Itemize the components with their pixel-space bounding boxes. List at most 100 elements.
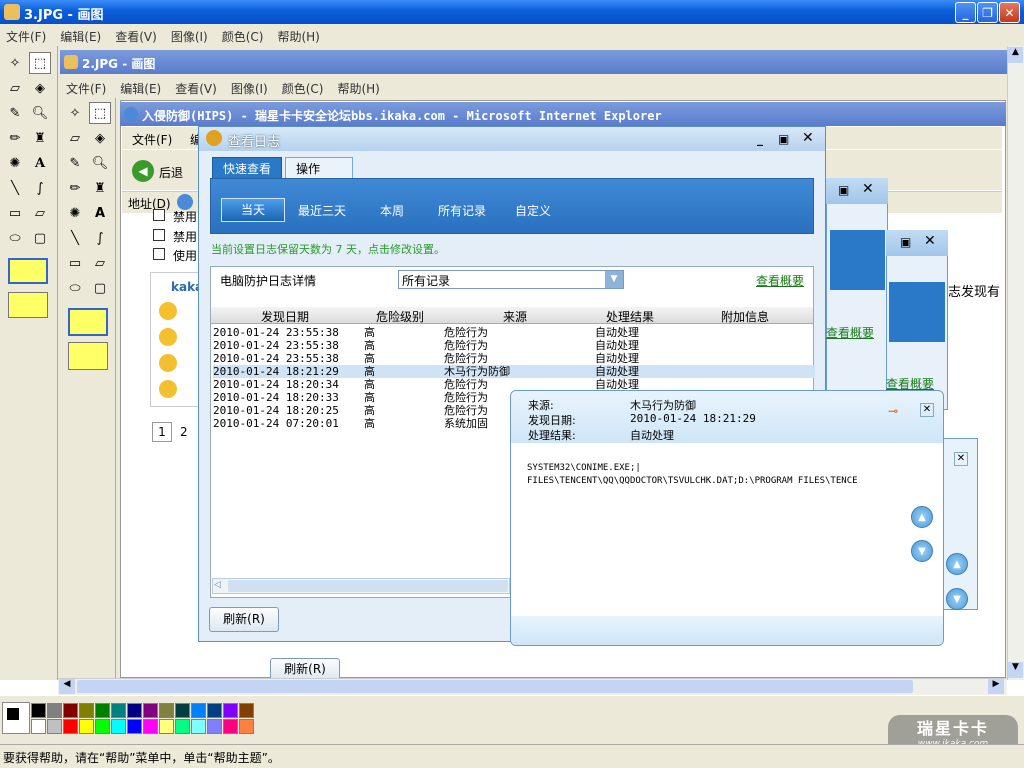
color-swatch[interactable]: [207, 703, 222, 718]
inner-menu-colors[interactable]: 颜色(C): [282, 82, 324, 96]
color-swatch[interactable]: [79, 719, 94, 734]
inner-polygon-icon[interactable]: ⏥: [89, 252, 111, 274]
checkbox-2[interactable]: [153, 229, 165, 241]
inner-roundrect-icon[interactable]: ▢: [89, 277, 111, 299]
rectangle-tool-icon[interactable]: ▭: [4, 202, 26, 224]
color-swatch[interactable]: [175, 719, 190, 734]
inner-picker-icon[interactable]: ✎: [64, 152, 86, 174]
outer-maximize-button[interactable]: ❐: [977, 2, 998, 23]
inner-fill-icon[interactable]: ◈: [89, 127, 111, 149]
color-swatch[interactable]: [47, 703, 62, 718]
ie-menu-file[interactable]: 文件(F): [132, 131, 172, 148]
color-swatch[interactable]: [127, 719, 142, 734]
filter-custom[interactable]: 自定义: [515, 202, 551, 219]
fill-tool-icon[interactable]: ◈: [29, 77, 51, 99]
menu-view[interactable]: 查看(V): [115, 30, 157, 44]
color-swatch[interactable]: [47, 719, 62, 734]
bg-dialog-2-maximize-icon[interactable]: ▣: [900, 235, 911, 249]
filter-last-three-days[interactable]: 最近三天: [298, 202, 346, 219]
log-dialog-close-icon[interactable]: ✕: [802, 130, 814, 146]
col-extra[interactable]: 附加信息: [721, 308, 769, 325]
back-arrow-icon[interactable]: ◀: [132, 160, 154, 182]
ie-bottom-refresh-button[interactable]: 刷新(R): [270, 658, 340, 680]
color-swatch[interactable]: [63, 703, 78, 718]
hscroll-right-arrow-icon[interactable]: ▶: [988, 679, 1004, 694]
ellipse-tool-icon[interactable]: ⬭: [4, 227, 26, 249]
free-select-tool-icon[interactable]: ✧: [4, 52, 26, 74]
color-swatch[interactable]: [207, 719, 222, 734]
scroll-left-icon[interactable]: ◁: [214, 580, 221, 590]
back-popup-close-icon[interactable]: ✕: [954, 452, 968, 466]
color-swatch[interactable]: [127, 703, 142, 718]
refresh-button[interactable]: 刷新(R): [209, 607, 279, 632]
color-swatch[interactable]: [239, 719, 254, 734]
inner-magnifier-icon[interactable]: 🔍︎: [89, 152, 111, 174]
inner-menu-help[interactable]: 帮助(H): [337, 82, 379, 96]
pencil-tool-icon[interactable]: ✏︎: [4, 127, 26, 149]
polygon-tool-icon[interactable]: ⏥: [29, 202, 51, 224]
back-scroll-down-icon[interactable]: ▼: [946, 588, 968, 610]
foreground-color[interactable]: [6, 707, 20, 721]
color-swatch[interactable]: [223, 719, 238, 734]
menu-image[interactable]: 图像(I): [171, 30, 208, 44]
color-swatch[interactable]: [63, 719, 78, 734]
table-row[interactable]: 2010-01-24 23:55:38 高危险行为 自动处理: [213, 352, 815, 365]
back-scroll-up-icon[interactable]: ▲: [946, 553, 968, 575]
color-swatch[interactable]: [143, 719, 158, 734]
curve-tool-icon[interactable]: ∫: [29, 177, 51, 199]
transparent-option-icon[interactable]: [8, 292, 48, 318]
bg-summary-link-1[interactable]: 查看概要: [826, 324, 874, 341]
menu-file[interactable]: 文件(F): [6, 30, 46, 44]
color-picker-tool-icon[interactable]: ✎: [4, 102, 26, 124]
opaque-option-icon[interactable]: [8, 258, 48, 284]
page-1-link[interactable]: 1: [152, 422, 172, 442]
scroll-down-arrow-icon[interactable]: ▼: [1008, 662, 1023, 678]
color-swatch[interactable]: [175, 703, 190, 718]
inner-ellipse-icon[interactable]: ⬭: [64, 277, 86, 299]
color-swatch[interactable]: [79, 703, 94, 718]
table-row[interactable]: 2010-01-24 23:55:38 高危险行为 自动处理: [213, 326, 815, 339]
page-2-link[interactable]: 2: [180, 425, 188, 439]
inner-opaque-option-icon[interactable]: [68, 308, 108, 336]
checkbox-3[interactable]: [153, 248, 165, 260]
col-result[interactable]: 处理结果: [606, 308, 654, 325]
checkbox-1[interactable]: [153, 209, 165, 221]
outer-minimize-button[interactable]: _: [955, 2, 976, 23]
scroll-up-icon[interactable]: ▲: [911, 506, 933, 528]
filter-today[interactable]: 当天: [221, 198, 285, 222]
text-tool-icon[interactable]: A: [29, 152, 51, 174]
col-level[interactable]: 危险级别: [376, 308, 424, 325]
select-dropdown-icon[interactable]: ▼: [605, 271, 623, 288]
hscroll-thumb[interactable]: [228, 580, 508, 592]
color-swatch[interactable]: [31, 719, 46, 734]
filter-all-records[interactable]: 所有记录: [438, 202, 486, 219]
color-swatch[interactable]: [111, 719, 126, 734]
rounded-rect-tool-icon[interactable]: ▢: [29, 227, 51, 249]
eraser-tool-icon[interactable]: ▱: [4, 77, 26, 99]
bg-dialog-1-maximize-icon[interactable]: ▣: [838, 183, 849, 197]
retention-notice[interactable]: 当前设置日志保留天数为 7 天，点击修改设置。: [211, 241, 445, 257]
inner-airbrush-icon[interactable]: ✺: [64, 202, 86, 224]
color-swatch[interactable]: [191, 703, 206, 718]
airbrush-tool-icon[interactable]: ✺: [4, 152, 26, 174]
inner-eraser-icon[interactable]: ▱: [64, 127, 86, 149]
magnifier-tool-icon[interactable]: 🔍︎: [29, 102, 51, 124]
summary-link[interactable]: 查看概要: [756, 272, 804, 289]
rect-select-tool-icon[interactable]: ⬚: [29, 52, 51, 74]
scroll-down-icon[interactable]: ▼: [911, 540, 933, 562]
bg-dialog-2-close-icon[interactable]: ✕: [924, 233, 936, 249]
inner-curve-icon[interactable]: ∫: [89, 227, 111, 249]
inner-menu-image[interactable]: 图像(I): [231, 82, 268, 96]
detail-popup-close-icon[interactable]: ✕: [920, 403, 934, 417]
color-swatch[interactable]: [223, 703, 238, 718]
col-source[interactable]: 来源: [503, 308, 527, 325]
color-swatch[interactable]: [143, 703, 158, 718]
inner-line-icon[interactable]: ╲: [64, 227, 86, 249]
hscroll-main-thumb[interactable]: [77, 680, 913, 693]
color-swatch[interactable]: [95, 703, 110, 718]
inner-text-icon[interactable]: A: [89, 202, 111, 224]
inner-transparent-option-icon[interactable]: [68, 342, 108, 370]
back-button-label[interactable]: 后退: [159, 164, 183, 181]
outer-close-button[interactable]: ✕: [999, 2, 1020, 23]
menu-help[interactable]: 帮助(H): [277, 30, 319, 44]
